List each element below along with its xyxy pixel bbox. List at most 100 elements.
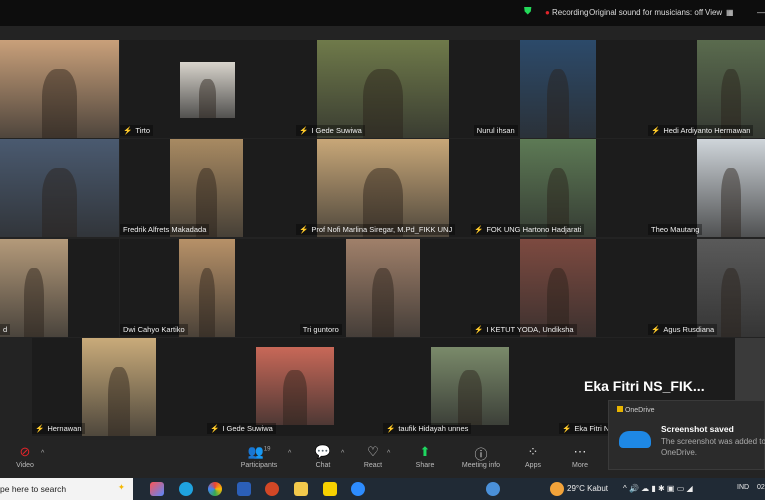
- participant-video: [346, 239, 420, 337]
- apps-button[interactable]: ⁘ Apps: [508, 444, 558, 469]
- mic-muted-icon: ⚡: [474, 325, 484, 334]
- participant-tile[interactable]: ⚡ taufik Hidayah unnes: [383, 338, 559, 436]
- participant-name: Theo Mautang: [651, 225, 700, 234]
- participant-tile[interactable]: Theo Mautang: [648, 139, 765, 237]
- participant-video: [317, 139, 449, 237]
- zoom-icon[interactable]: [351, 482, 365, 496]
- participant-tile[interactable]: ⚡ Prof Nofi Marlina Siregar, M.Pd_FIKK UN…: [296, 139, 471, 237]
- chat-caret[interactable]: ^: [341, 450, 344, 457]
- participant-tile[interactable]: ⚡ Tirto: [120, 40, 296, 138]
- participant-video: [180, 62, 235, 118]
- view-button[interactable]: View: [705, 8, 722, 17]
- participants-button[interactable]: 👥19 Participants: [234, 444, 284, 469]
- original-sound-status[interactable]: Original sound for musicians: off: [589, 8, 703, 17]
- share-label: Share: [415, 462, 435, 469]
- powerpoint-icon[interactable]: [265, 482, 279, 496]
- share-button[interactable]: ⬆ Share: [400, 444, 450, 469]
- participant-name: taufik Hidayah unnes: [398, 424, 469, 433]
- participant-video: [697, 40, 765, 138]
- clock[interactable]: 02: [757, 484, 765, 491]
- participant-tile[interactable]: [0, 139, 119, 237]
- file-explorer-icon[interactable]: [294, 482, 308, 496]
- participant-video: [256, 347, 334, 425]
- grid-view-icon[interactable]: ▦: [726, 8, 734, 17]
- chrome-icon[interactable]: [208, 482, 222, 496]
- participant-tile[interactable]: [0, 40, 119, 138]
- recording-dot-icon: ●: [545, 8, 550, 17]
- participant-name: I Gede Suwiwa: [311, 126, 362, 135]
- mic-muted-icon: ⚡: [299, 225, 309, 234]
- mic-muted-icon: ⚡: [299, 126, 309, 135]
- minimize-icon[interactable]: —: [757, 8, 765, 17]
- participant-name-label: Nurul ihsan: [473, 125, 518, 136]
- mic-muted-icon: ⚡: [651, 325, 661, 334]
- participants-caret[interactable]: ^: [288, 450, 291, 457]
- participant-name: Tri guntoro: [302, 325, 339, 334]
- copilot-icon[interactable]: [150, 482, 164, 496]
- sticky-notes-icon[interactable]: [323, 482, 337, 496]
- participant-name: Hedi Ardiyanto Hermawan: [663, 126, 751, 135]
- participant-name: Hernawan: [47, 424, 82, 433]
- more-label: More: [572, 462, 588, 469]
- participant-tile[interactable]: d: [0, 239, 119, 337]
- participant-tile[interactable]: Fredrik Alfrets Makadada: [120, 139, 296, 237]
- edge-icon[interactable]: [179, 482, 193, 496]
- sparkle-icon: ✦: [117, 482, 125, 492]
- taskbar-search[interactable]: pe here to search ✦: [0, 478, 133, 500]
- participant-name-label: Fredrik Alfrets Makadada: [120, 224, 210, 235]
- participant-tile[interactable]: ⚡ FOK UNG Hartono Hadjarati: [471, 139, 648, 237]
- participant-video: [0, 239, 68, 337]
- meeting-top-bar: ⛊ ● Recording Original sound for musicia…: [0, 0, 765, 26]
- mic-muted-icon: ⚡: [474, 225, 484, 234]
- participant-name: Prof Nofi Marlina Siregar, M.Pd_FIKK UNJ: [311, 225, 453, 234]
- share-icon: ⬆: [419, 444, 431, 459]
- onedrive-notification[interactable]: OneDrive Screenshot saved The screenshot…: [608, 400, 765, 470]
- heart-icon: ♡: [367, 444, 379, 459]
- mic-muted-icon: ⚡: [35, 424, 45, 433]
- participant-name-label: ⚡ I Gede Suwiwa: [296, 125, 365, 136]
- participant-tile[interactable]: ⚡ I Gede Suwiwa: [207, 338, 383, 436]
- participant-video: [697, 139, 765, 237]
- recording-label[interactable]: Recording: [552, 8, 588, 17]
- participant-tile[interactable]: ⚡ I Gede Suwiwa: [296, 40, 471, 138]
- meeting-info-button[interactable]: ⓘ Meeting info: [456, 444, 506, 469]
- react-caret[interactable]: ^: [387, 450, 390, 457]
- mic-muted-icon: ⚡: [123, 126, 133, 135]
- participant-name-label: ⚡ Hedi Ardiyanto Hermawan: [648, 125, 754, 136]
- participant-tile[interactable]: Nurul ihsan: [471, 40, 648, 138]
- word-icon[interactable]: [237, 482, 251, 496]
- weather-text[interactable]: 29°C Kabut: [567, 484, 608, 493]
- participant-tile[interactable]: ⚡ Hedi Ardiyanto Hermawan: [648, 40, 765, 138]
- participant-display-name: Eka Fitri NS_FIK...: [584, 378, 705, 394]
- language-indicator[interactable]: IND: [737, 484, 749, 491]
- info-icon: ⓘ: [474, 447, 488, 462]
- globe-icon[interactable]: [486, 482, 500, 496]
- participant-name-label: ⚡ I Gede Suwiwa: [207, 423, 276, 434]
- participant-video: [170, 139, 243, 237]
- video-options-caret[interactable]: ^: [41, 450, 44, 457]
- meeting-info-label: Meeting info: [461, 462, 501, 469]
- participant-video: [697, 239, 765, 337]
- toast-body: The screenshot was added to OneDrive.: [661, 437, 765, 457]
- participant-name-label: ⚡ I KETUT YODA, Undiksha: [471, 324, 577, 335]
- participant-name-label: ⚡ Hernawan: [32, 423, 85, 434]
- toast-title: Screenshot saved: [661, 424, 734, 434]
- participants-icon: 👥19: [247, 444, 271, 459]
- onedrive-small-icon: [617, 406, 623, 412]
- participant-video: [520, 239, 596, 337]
- participant-tile[interactable]: ⚡ Agus Rusdiana: [648, 239, 765, 337]
- participant-tile[interactable]: ⚡ I KETUT YODA, Undiksha: [471, 239, 648, 337]
- more-button[interactable]: ⋯ More: [555, 444, 605, 469]
- security-shield-icon[interactable]: ⛊: [524, 6, 532, 17]
- participant-name-label: Tri guntoro: [299, 324, 342, 335]
- react-button[interactable]: ♡ React: [348, 444, 398, 469]
- participant-name-label: Theo Mautang: [648, 224, 703, 235]
- participant-name: I KETUT YODA, Undiksha: [486, 325, 574, 334]
- participant-tile[interactable]: ⚡ Hernawan: [32, 338, 207, 436]
- participant-tile[interactable]: Tri guntoro: [296, 239, 471, 337]
- tray-icons[interactable]: ^ 🔊 ☁ ▮ ✱ ▣ ▭ ◢: [623, 484, 693, 493]
- participant-tile[interactable]: Dwi Cahyo Kartiko: [120, 239, 296, 337]
- participant-video: [0, 139, 119, 237]
- participant-name-label: ⚡ taufik Hidayah unnes: [383, 423, 472, 434]
- onedrive-cloud-icon: [619, 431, 651, 448]
